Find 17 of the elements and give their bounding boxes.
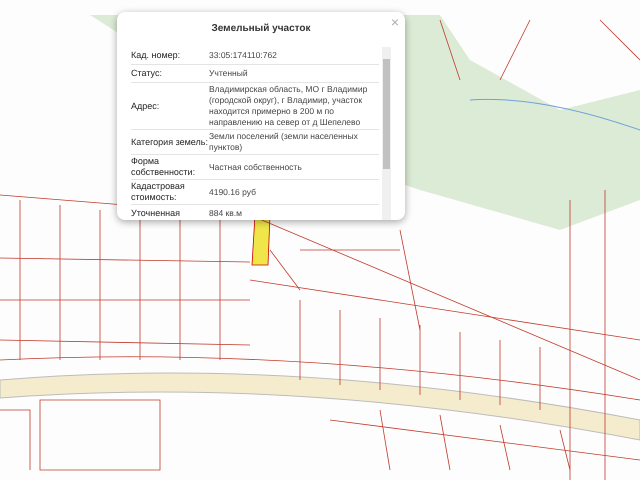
field-label: Категория земель: — [131, 136, 209, 148]
field-label: Статус: — [131, 68, 163, 79]
field-value: Земли поселений (земли населенных пунктов) — [209, 131, 359, 153]
popup-title: Земельный участок — [210, 23, 312, 34]
field-value: Владимирская область, МО г Владимир (городской округ), г Владимир, участок находится примерно в 200 м по направлению на север от д Шепелево — [209, 84, 368, 128]
field-value: Частная собственность — [209, 162, 303, 172]
field-value: 33:05:174110:762 — [209, 50, 278, 61]
field-label: Форма собственности: — [131, 156, 196, 178]
field-label: Адрес: — [131, 100, 160, 112]
close-button[interactable]: × — [390, 14, 399, 30]
field-value: 884 кв.м — [209, 208, 243, 219]
field-value: Учтенный — [209, 68, 249, 79]
scrollbar[interactable] — [382, 47, 391, 220]
field-label: Уточненная — [131, 208, 182, 219]
field-value: 4190.16 руб — [209, 186, 257, 198]
field-label: Кад. номер: — [131, 50, 182, 61]
field-label: Кадастровая стоимость: — [131, 181, 186, 203]
